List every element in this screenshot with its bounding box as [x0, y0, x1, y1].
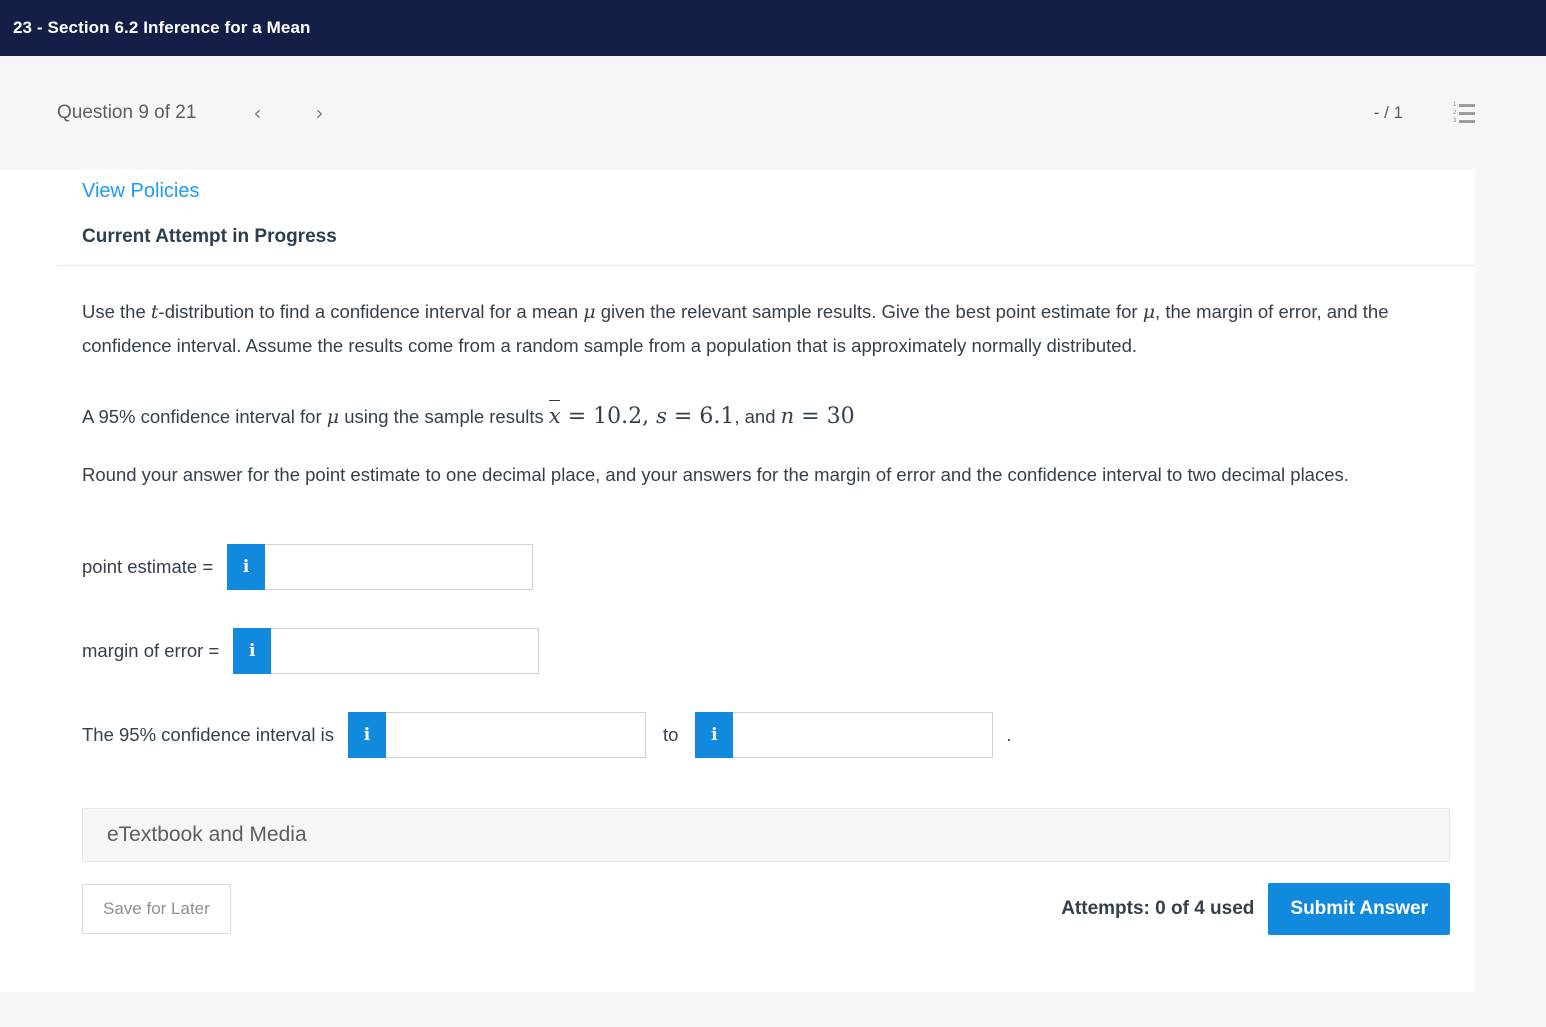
point-estimate-row: point estimate = i: [82, 543, 1450, 590]
point-estimate-field-group: i: [227, 543, 534, 590]
question-nav-arrows: ‹ ›: [240, 96, 336, 130]
point-estimate-label: point estimate =: [82, 555, 214, 577]
info-icon[interactable]: i: [233, 627, 272, 674]
attempt-status-heading: Current Attempt in Progress: [82, 226, 337, 247]
problem-text-a: Use the: [82, 301, 151, 322]
list-bar: [1459, 119, 1475, 123]
question-card: View Policies Current Attempt in Progres…: [57, 170, 1475, 992]
point-estimate-input[interactable]: [265, 543, 534, 590]
submit-answer-button[interactable]: Submit Answer: [1268, 882, 1450, 935]
confidence-interval-row: The 95% confidence interval is i to i .: [82, 711, 1450, 758]
info-icon[interactable]: i: [347, 711, 386, 758]
question-body: Use the t-distribution to find a confide…: [57, 296, 1475, 935]
xbar-value: = 10.2: [560, 403, 643, 429]
save-for-later-button[interactable]: Save for Later: [82, 883, 231, 934]
question-bar-right: - / 1 1 2 3: [1373, 102, 1475, 124]
problem-text-c: given the relevant sample results. Give …: [595, 301, 1143, 322]
numbered-list-icon[interactable]: 1 2 3: [1453, 102, 1475, 124]
info-icon[interactable]: i: [695, 711, 734, 758]
problem-statement: Use the t-distribution to find a confide…: [82, 296, 1450, 363]
ci-lower-input[interactable]: [385, 711, 646, 758]
page-root: 23 - Section 6.2 Inference for a Mean Qu…: [0, 0, 1546, 1027]
x-bar-symbol: x: [548, 399, 561, 433]
question-footer: Save for Later Attempts: 0 of 4 used Sub…: [82, 882, 1450, 935]
info-icon[interactable]: i: [227, 543, 266, 590]
problem-text-b: -distribution to find a confidence inter…: [158, 301, 584, 322]
card-right-gutter: [1475, 170, 1546, 992]
view-policies-link[interactable]: View Policies: [82, 180, 199, 203]
list-bar: [1459, 111, 1475, 115]
ci-upper-field-group: i: [695, 711, 994, 758]
margin-of-error-label: margin of error =: [82, 639, 220, 661]
card-header-area: View Policies Current Attempt in Progres…: [57, 170, 1475, 248]
score-display: - / 1: [1373, 103, 1403, 122]
mu-symbol: μ: [1142, 301, 1156, 323]
sample-results-line: A 95% confidence interval for μ using th…: [82, 399, 1450, 433]
ci-lower-field-group: i: [347, 711, 646, 758]
card-divider: [57, 265, 1475, 266]
app-header: 23 - Section 6.2 Inference for a Mean: [0, 0, 1546, 56]
math-and: , and: [734, 405, 781, 427]
chevron-right-icon[interactable]: ›: [302, 96, 336, 130]
margin-of-error-field-group: i: [233, 627, 540, 674]
ci-to-label: to: [662, 723, 679, 745]
question-counter: Question 9 of 21: [57, 102, 197, 123]
page-bottom-strip: [0, 992, 1546, 1027]
ci-upper-input[interactable]: [733, 711, 994, 758]
question-nav-bar: Question 9 of 21 ‹ › - / 1 1 2 3: [0, 56, 1546, 170]
attempts-counter: Attempts: 0 of 4 used: [1061, 897, 1255, 919]
rounding-instructions: Round your answer for the point estimate…: [82, 463, 1349, 485]
margin-of-error-row: margin of error = i: [82, 627, 1450, 674]
mu-symbol: μ: [326, 405, 340, 428]
t-symbol: t: [150, 301, 159, 323]
page-title: 23 - Section 6.2 Inference for a Mean: [13, 18, 311, 37]
mu-symbol: μ: [583, 301, 596, 323]
ci-period: .: [1006, 723, 1012, 745]
chevron-left-icon[interactable]: ‹: [240, 96, 274, 130]
n-symbol: n: [780, 403, 795, 428]
etextbook-and-media-bar[interactable]: eTextbook and Media: [82, 807, 1450, 862]
confidence-interval-label: The 95% confidence interval is: [82, 723, 334, 745]
card-left-gutter: [0, 170, 57, 992]
s-symbol: s: [656, 403, 667, 428]
s-value: = 6.1: [666, 403, 735, 429]
footer-right-group: Attempts: 0 of 4 used Submit Answer: [1061, 882, 1450, 935]
sample-results-text: using the sample results: [339, 405, 549, 427]
list-bar: [1459, 103, 1475, 107]
margin-of-error-input[interactable]: [271, 627, 540, 674]
math-comma: ,: [642, 403, 657, 429]
ci-intro-text: A 95% confidence interval for: [82, 405, 327, 427]
n-value: = 30: [794, 403, 855, 429]
